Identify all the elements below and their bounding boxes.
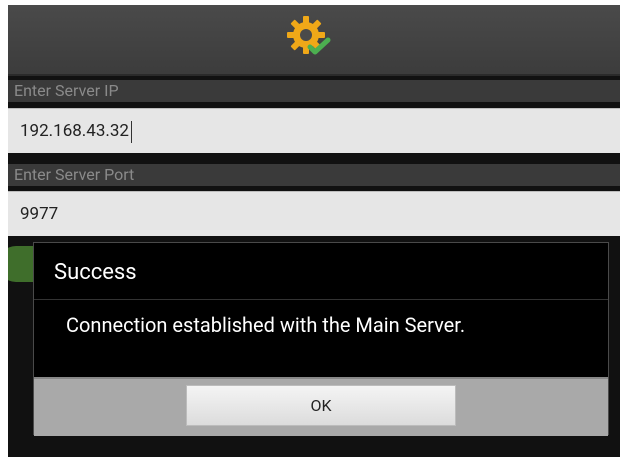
server-ip-label: Enter Server IP <box>8 80 620 102</box>
dialog-title: Success <box>54 260 137 285</box>
server-ip-input[interactable]: 192.168.43.32 <box>8 108 620 153</box>
app-header <box>8 5 620 76</box>
server-port-input[interactable]: 9977 <box>8 191 620 236</box>
dialog-divider <box>34 299 608 300</box>
dialog-footer: OK <box>34 377 608 436</box>
settings-gear-icon[interactable] <box>284 13 332 61</box>
dialog-message: Connection established with the Main Ser… <box>66 313 466 337</box>
app-screen: Enter Server IP 192.168.43.32 Enter Serv… <box>8 5 620 457</box>
server-port-value: 9977 <box>20 204 59 224</box>
server-port-label: Enter Server Port <box>8 164 620 186</box>
text-cursor <box>131 120 132 143</box>
server-ip-value: 192.168.43.32 <box>20 121 129 141</box>
success-dialog: Success Connection established with the … <box>33 242 609 436</box>
ok-button[interactable]: OK <box>186 385 456 426</box>
